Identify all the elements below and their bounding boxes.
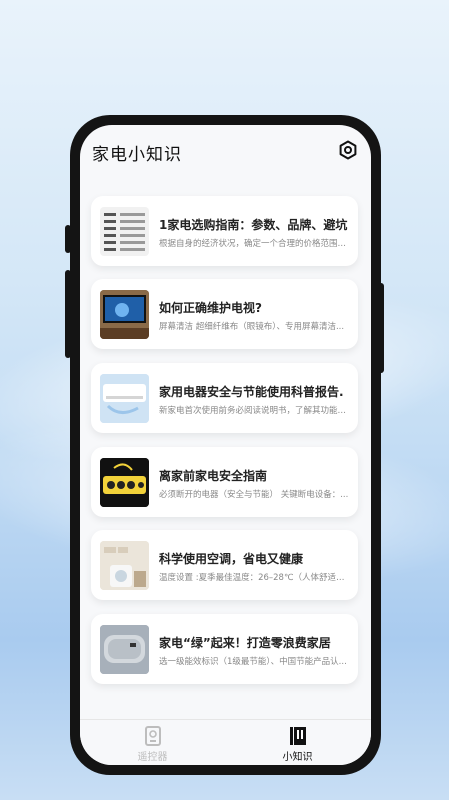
article-title: 科学使用空调，省电又健康 xyxy=(159,552,304,566)
article-title: 离家前家电安全指南 xyxy=(159,469,268,483)
article-description: 新家电首次使用前务必阅读说明书，了解其功能、... xyxy=(159,406,351,416)
article-description: 屏幕清洁 超细纤维布（眼镜布）、专用屏幕清洁... xyxy=(159,322,345,332)
article-title: 如何正确维护电视? xyxy=(159,301,262,315)
article-title: 家用电器安全与节能使用科普报告. xyxy=(159,385,344,399)
article-card[interactable]: 家用电器安全与节能使用科普报告. 新家电首次使用前务必阅读说明书，了解其功能、.… xyxy=(91,363,358,433)
book-icon xyxy=(290,727,306,745)
bottom-tab-bar: 遥控器 小知识 xyxy=(80,719,371,765)
remote-icon xyxy=(145,726,161,746)
article-description: 根据自身的经济状况，确定一个合理的价格范围。... xyxy=(159,239,351,249)
volume-button xyxy=(65,318,71,358)
article-thumbnail xyxy=(100,458,149,507)
tab-remote[interactable]: 遥控器 xyxy=(80,720,225,765)
tab-label: 遥控器 xyxy=(137,752,168,763)
article-card[interactable]: 科学使用空调，省电又健康 温度设置 :夏季最佳温度：26–28℃（人体舒适且..… xyxy=(91,530,358,600)
article-thumbnail xyxy=(100,625,149,674)
tab-knowledge[interactable]: 小知识 xyxy=(225,720,370,765)
article-title: 家电“绿”起来！打造零浪费家居 xyxy=(159,636,331,650)
article-description: 温度设置 :夏季最佳温度：26–28℃（人体舒适且... xyxy=(159,573,351,583)
article-card[interactable]: 1家电选购指南：参数、品牌、避坑 根据自身的经济状况，确定一个合理的价格范围。.… xyxy=(91,196,358,266)
article-description: 必须断开的电器（安全与节能） 关键断电设备：... xyxy=(159,490,349,500)
app-title: 家电小知识 xyxy=(92,145,182,165)
article-card[interactable]: 如何正确维护电视? 屏幕清洁 超细纤维布（眼镜布）、专用屏幕清洁... xyxy=(91,279,358,349)
settings-icon[interactable] xyxy=(338,140,358,160)
article-thumbnail xyxy=(100,290,149,339)
volume-button xyxy=(65,225,71,253)
article-thumbnail xyxy=(100,374,149,423)
article-title: 1家电选购指南：参数、品牌、避坑 xyxy=(159,218,348,232)
article-card[interactable]: 家电“绿”起来！打造零浪费家居 选一级能效标识（1级最节能）、中国节能产品认..… xyxy=(91,614,358,684)
article-thumbnail xyxy=(100,541,149,590)
article-thumbnail xyxy=(100,207,149,256)
app-screen: 家电小知识 1家电选购指南：参数、品牌、避坑 根据自身的经济状况，确定一个合理的… xyxy=(80,125,371,765)
tab-label: 小知识 xyxy=(282,752,313,763)
article-card[interactable]: 离家前家电安全指南 必须断开的电器（安全与节能） 关键断电设备：... xyxy=(91,447,358,517)
article-description: 选一级能效标识（1级最节能）、中国节能产品认... xyxy=(159,657,347,667)
power-button xyxy=(378,283,384,373)
